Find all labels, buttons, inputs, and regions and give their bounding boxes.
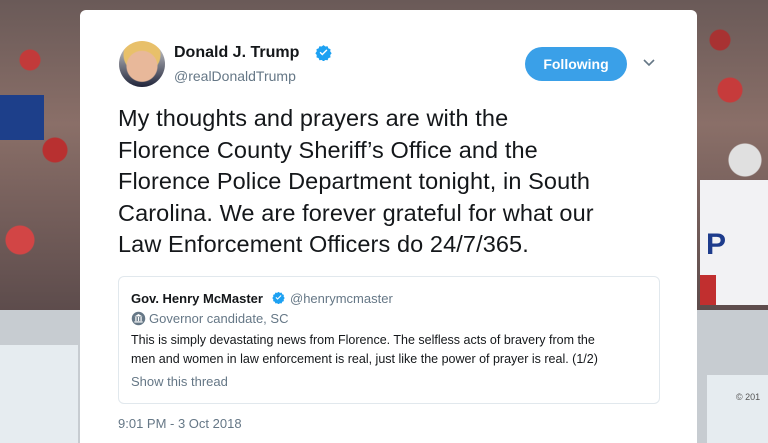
quoted-author-handle[interactable]: @henrymcmaster (290, 291, 393, 306)
tweet-text-line: Florence County Sheriff’s Office and the (118, 136, 538, 163)
background-sign-right: P (700, 180, 768, 305)
tweet-text-line: Law Enforcement Officers do 24/7/365. (118, 231, 529, 257)
background-sign-left (0, 95, 44, 140)
quoted-tweet[interactable]: Gov. Henry McMaster @henrymcmaster Gover… (118, 276, 660, 404)
quoted-text-line: This is simply devastating news from Flo… (131, 333, 595, 347)
show-thread-link[interactable]: Show this thread (131, 374, 228, 389)
copyright-text: © 201 (736, 392, 761, 402)
tweet-text-line: Florence Police Department tonight, in S… (118, 168, 591, 194)
tweet-card: Donald J. Trump @realDonaldTrump Followi… (80, 10, 697, 443)
background-sign-letter: P (706, 228, 727, 261)
chevron-down-icon[interactable] (642, 58, 656, 68)
author-handle[interactable]: @realDonaldTrump (174, 68, 296, 84)
quoted-profile-label: Governor candidate, SC (149, 311, 289, 326)
quoted-tweet-text: This is simply devastating news from Flo… (131, 331, 651, 369)
tweet-timestamp[interactable]: 9:01 PM - 3 Oct 2018 (118, 416, 242, 431)
tweet-text-line: Carolina. We are forever grateful for wh… (118, 199, 594, 226)
quoted-text-line: men and women in law enforcement is real… (131, 352, 598, 366)
government-building-icon (131, 311, 146, 326)
quoted-author-name[interactable]: Gov. Henry McMaster (131, 291, 263, 306)
background-sign-stripe (700, 275, 716, 305)
background-panel-left (0, 345, 78, 443)
verified-badge-icon (315, 45, 332, 61)
verified-badge-icon (272, 291, 285, 304)
tweet-text: My thoughts and prayers are with the Flo… (118, 103, 678, 261)
background-panel-right (707, 375, 768, 443)
tweet-text-line: My thoughts and prayers are with the (118, 105, 509, 131)
avatar[interactable] (119, 41, 165, 87)
following-button[interactable]: Following (525, 47, 627, 81)
author-name[interactable]: Donald J. Trump (174, 44, 299, 62)
